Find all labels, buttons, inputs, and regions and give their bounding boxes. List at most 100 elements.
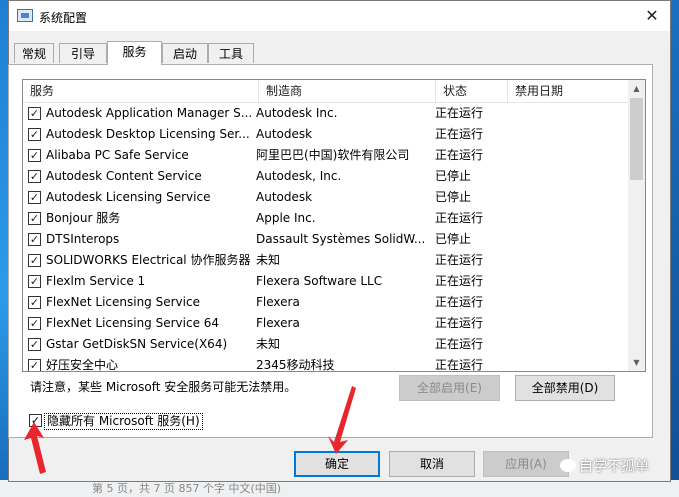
service-row[interactable]: ✓ FlexNet Licensing Service 64 Flexera 正在运行 — [23, 313, 628, 334]
apply-button[interactable]: 应用(A) — [483, 451, 569, 477]
column-header-status[interactable]: 状态 — [436, 80, 508, 102]
service-name: Autodesk Licensing Service — [46, 190, 211, 204]
service-row[interactable]: ✓ FlexNet Licensing Service Flexera 正在运行 — [23, 292, 628, 313]
service-status: 正在运行 — [435, 127, 484, 141]
background-status-text: 第 5 页，共 7 页 857 个字 中文(中国) — [92, 482, 282, 495]
service-checkbox[interactable]: ✓ — [28, 254, 41, 267]
tab-boot[interactable]: 引导 — [59, 43, 107, 63]
list-header: 服务 制造商 状态 禁用日期 — [23, 80, 645, 103]
tab-label: 启动 — [172, 47, 197, 61]
tab-label: 服务 — [122, 45, 147, 59]
column-header-disabled-date[interactable]: 禁用日期 — [508, 80, 628, 102]
service-row[interactable]: ✓ DTSInterops Dassault Systèmes SolidW... 已… — [23, 229, 628, 250]
service-row[interactable]: ✓ Gstar GetDiskSN Service(X64) 未知 正在运行 — [23, 334, 628, 355]
service-name: Bonjour 服务 — [46, 211, 121, 225]
service-manufacturer: 阿里巴巴(中国)软件有限公司 — [256, 148, 410, 162]
tab-label: 工具 — [218, 47, 243, 61]
scroll-up-icon[interactable]: ▲ — [628, 80, 645, 97]
service-status: 正在运行 — [435, 106, 484, 120]
service-name: DTSInterops — [46, 232, 120, 246]
service-status: 已停止 — [435, 169, 472, 183]
service-name: Flexlm Service 1 — [46, 274, 146, 288]
service-manufacturer: Autodesk, Inc. — [256, 169, 342, 183]
service-manufacturer: Autodesk — [256, 190, 313, 204]
service-status: 正在运行 — [435, 337, 484, 351]
hide-microsoft-services-label[interactable]: 隐藏所有 Microsoft 服务(H) — [44, 413, 203, 430]
desktop-background-right — [671, 0, 679, 497]
chat-bubble-icon — [560, 459, 576, 472]
service-checkbox[interactable]: ✓ — [28, 170, 41, 183]
window-title: 系统配置 — [39, 11, 88, 25]
service-checkbox[interactable]: ✓ — [28, 296, 41, 309]
service-row[interactable]: ✓ Autodesk Application Manager S... Autode… — [23, 103, 628, 124]
service-manufacturer: Autodesk — [256, 127, 313, 141]
notice-text: 请注意，某些 Microsoft 安全服务可能无法禁用。 — [30, 380, 297, 394]
service-manufacturer: 未知 — [256, 253, 281, 267]
tab-general[interactable]: 常规 — [14, 43, 54, 63]
watermark-text: 自学不孤单 — [579, 459, 649, 475]
service-status: 正在运行 — [435, 148, 484, 162]
service-row[interactable]: ✓ Bonjour 服务 Apple Inc. 正在运行 — [23, 208, 628, 229]
service-name: Alibaba PC Safe Service — [46, 148, 189, 162]
service-checkbox[interactable]: ✓ — [28, 128, 41, 141]
service-status: 已停止 — [435, 232, 472, 246]
service-checkbox[interactable]: ✓ — [28, 212, 41, 225]
tab-startup[interactable]: 启动 — [162, 43, 208, 63]
enable-all-button[interactable]: 全部启用(E) — [399, 375, 500, 401]
service-status: 正在运行 — [435, 316, 484, 330]
close-icon[interactable]: ✕ — [640, 5, 664, 27]
service-row[interactable]: ✓ Autodesk Licensing Service Autodesk 已停止 — [23, 187, 628, 208]
service-row[interactable]: ✓ Flexlm Service 1 Flexera Software LLC 正在运… — [23, 271, 628, 292]
disable-all-button[interactable]: 全部禁用(D) — [515, 375, 615, 401]
service-row[interactable]: ✓ Alibaba PC Safe Service 阿里巴巴(中国)软件有限公司 正在… — [23, 145, 628, 166]
services-list[interactable]: 服务 制造商 状态 禁用日期 ✓ Autodesk Application Man… — [22, 79, 646, 372]
service-status: 正在运行 — [435, 358, 484, 372]
scroll-thumb[interactable] — [630, 98, 643, 180]
tab-tools[interactable]: 工具 — [208, 43, 254, 63]
watermark: 自学不孤单 — [560, 456, 649, 476]
service-name: 好压安全中心 — [46, 358, 119, 372]
service-checkbox[interactable]: ✓ — [28, 107, 41, 120]
service-row[interactable]: ✓ Autodesk Desktop Licensing Ser... Autode… — [23, 124, 628, 145]
service-status: 正在运行 — [435, 274, 484, 288]
service-checkbox[interactable]: ✓ — [28, 191, 41, 204]
tab-label: 引导 — [70, 47, 95, 61]
service-checkbox[interactable]: ✓ — [28, 233, 41, 246]
title-bar[interactable]: 系统配置 ✕ — [9, 1, 670, 31]
service-status: 已停止 — [435, 190, 472, 204]
column-header-manufacturer[interactable]: 制造商 — [259, 80, 436, 102]
service-row[interactable]: ✓ SOLIDWORKS Electrical 协作服务器 未知 正在运行 — [23, 250, 628, 271]
desktop-background-left — [0, 0, 8, 497]
service-name: Autodesk Desktop Licensing Ser... — [46, 127, 250, 141]
service-manufacturer: Flexera — [256, 295, 300, 309]
service-row[interactable]: ✓ Autodesk Content Service Autodesk, Inc. 已… — [23, 166, 628, 187]
service-status: 正在运行 — [435, 253, 484, 267]
service-name: Autodesk Content Service — [46, 169, 202, 183]
service-row[interactable]: ✓ 好压安全中心 2345移动科技 正在运行 — [23, 355, 628, 372]
service-manufacturer: Flexera Software LLC — [256, 274, 383, 288]
tab-services[interactable]: 服务 — [107, 41, 162, 65]
cancel-button[interactable]: 取消 — [389, 451, 475, 477]
service-status: 正在运行 — [435, 295, 484, 309]
service-manufacturer: Apple Inc. — [256, 211, 316, 225]
service-name: FlexNet Licensing Service — [46, 295, 200, 309]
service-checkbox[interactable]: ✓ — [28, 317, 41, 330]
service-status: 正在运行 — [435, 211, 484, 225]
service-checkbox[interactable]: ✓ — [28, 338, 41, 351]
scroll-down-icon[interactable]: ▼ — [628, 354, 645, 371]
red-arrow-to-checkbox — [24, 422, 46, 474]
service-name: Gstar GetDiskSN Service(X64) — [46, 337, 228, 351]
service-manufacturer: 2345移动科技 — [256, 358, 335, 372]
service-manufacturer: 未知 — [256, 337, 281, 351]
service-checkbox[interactable]: ✓ — [28, 149, 41, 162]
service-checkbox[interactable]: ✓ — [28, 275, 41, 288]
red-arrow-to-ok — [328, 386, 356, 454]
column-header-service[interactable]: 服务 — [23, 80, 259, 102]
service-name: Autodesk Application Manager S... — [46, 106, 253, 120]
service-name: FlexNet Licensing Service 64 — [46, 316, 220, 330]
vertical-scrollbar[interactable]: ▲ ▼ — [628, 80, 645, 371]
background-status-strip: 第 5 页，共 7 页 857 个字 中文(中国) — [0, 480, 679, 497]
service-name: SOLIDWORKS Electrical 协作服务器 — [46, 253, 251, 267]
service-checkbox[interactable]: ✓ — [28, 359, 41, 371]
tab-label: 常规 — [21, 47, 46, 61]
